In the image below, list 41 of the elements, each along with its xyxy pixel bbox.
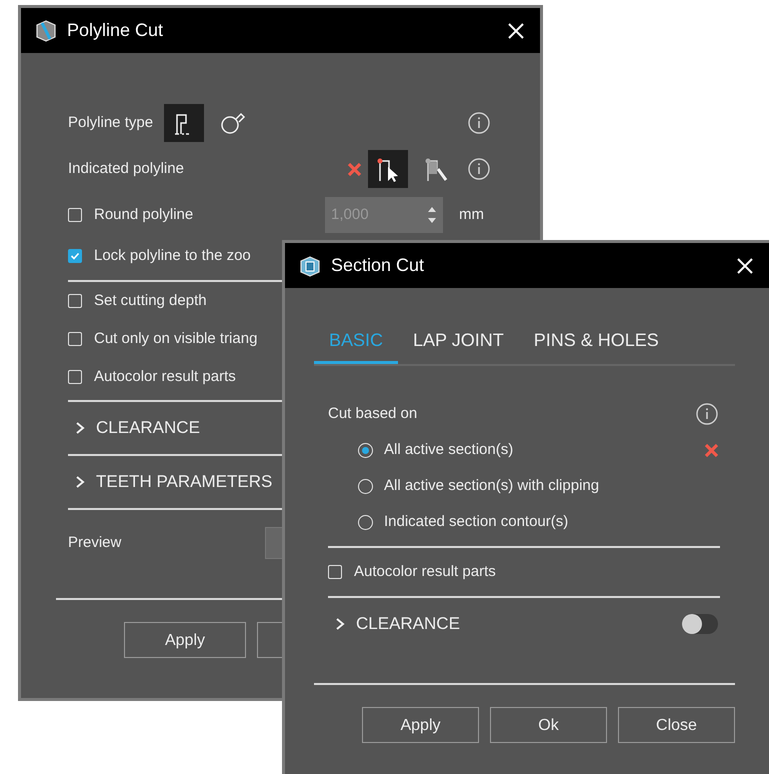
radio-label: All active section(s) with clipping bbox=[384, 476, 600, 496]
field-label: Polyline type bbox=[68, 112, 154, 133]
tab[interactable]: PINS & HOLES bbox=[518, 320, 674, 364]
checkbox[interactable] bbox=[68, 249, 82, 263]
toggle-switch[interactable] bbox=[682, 614, 718, 634]
field-label: Preview bbox=[68, 532, 122, 553]
radio-button[interactable] bbox=[358, 442, 373, 458]
indicate-tool-button[interactable] bbox=[368, 150, 408, 188]
apply-button[interactable]: Apply bbox=[124, 622, 246, 658]
checkbox-label: Autocolor result parts bbox=[354, 562, 496, 582]
ok-button[interactable]: Ok bbox=[490, 707, 607, 743]
radio-label: Indicated section contour(s) bbox=[384, 512, 568, 532]
close-icon bbox=[506, 20, 526, 40]
dialog-title: Polyline Cut bbox=[67, 19, 164, 42]
radio-button[interactable] bbox=[358, 514, 373, 530]
checkbox-label: Cut only on visible triang bbox=[94, 328, 258, 349]
checkbox-label: Autocolor result parts bbox=[94, 366, 236, 387]
checkbox-label: Round polyline bbox=[94, 204, 194, 225]
info-icon bbox=[696, 403, 718, 425]
unit-label: mm bbox=[459, 204, 484, 225]
field-label: Cut based on bbox=[328, 404, 418, 424]
tab[interactable]: LAP JOINT bbox=[398, 320, 519, 364]
radio-label: All active section(s) bbox=[384, 440, 514, 460]
section-header[interactable]: CLEARANCE bbox=[356, 611, 460, 637]
field-label: Indicated polyline bbox=[68, 158, 184, 179]
section-header[interactable]: TEETH PARAMETERS bbox=[96, 469, 272, 495]
apply-button[interactable]: Apply bbox=[362, 707, 479, 743]
info-icon bbox=[468, 112, 490, 134]
radio-button[interactable] bbox=[358, 478, 373, 494]
chevron-icon[interactable] bbox=[74, 422, 86, 434]
section-header[interactable]: CLEARANCE bbox=[96, 415, 200, 441]
polyline-type-option[interactable] bbox=[164, 104, 204, 142]
checkbox-label: Lock polyline to the zoo bbox=[94, 246, 251, 266]
chevron-icon[interactable] bbox=[334, 618, 346, 630]
chevron-icon[interactable] bbox=[74, 476, 86, 488]
close-button[interactable]: Close bbox=[618, 707, 735, 743]
dialog-title: Section Cut bbox=[331, 254, 424, 277]
checkbox-label: Set cutting depth bbox=[94, 290, 207, 311]
check-icon bbox=[70, 251, 80, 261]
close-icon bbox=[735, 256, 755, 276]
info-icon bbox=[468, 158, 490, 180]
